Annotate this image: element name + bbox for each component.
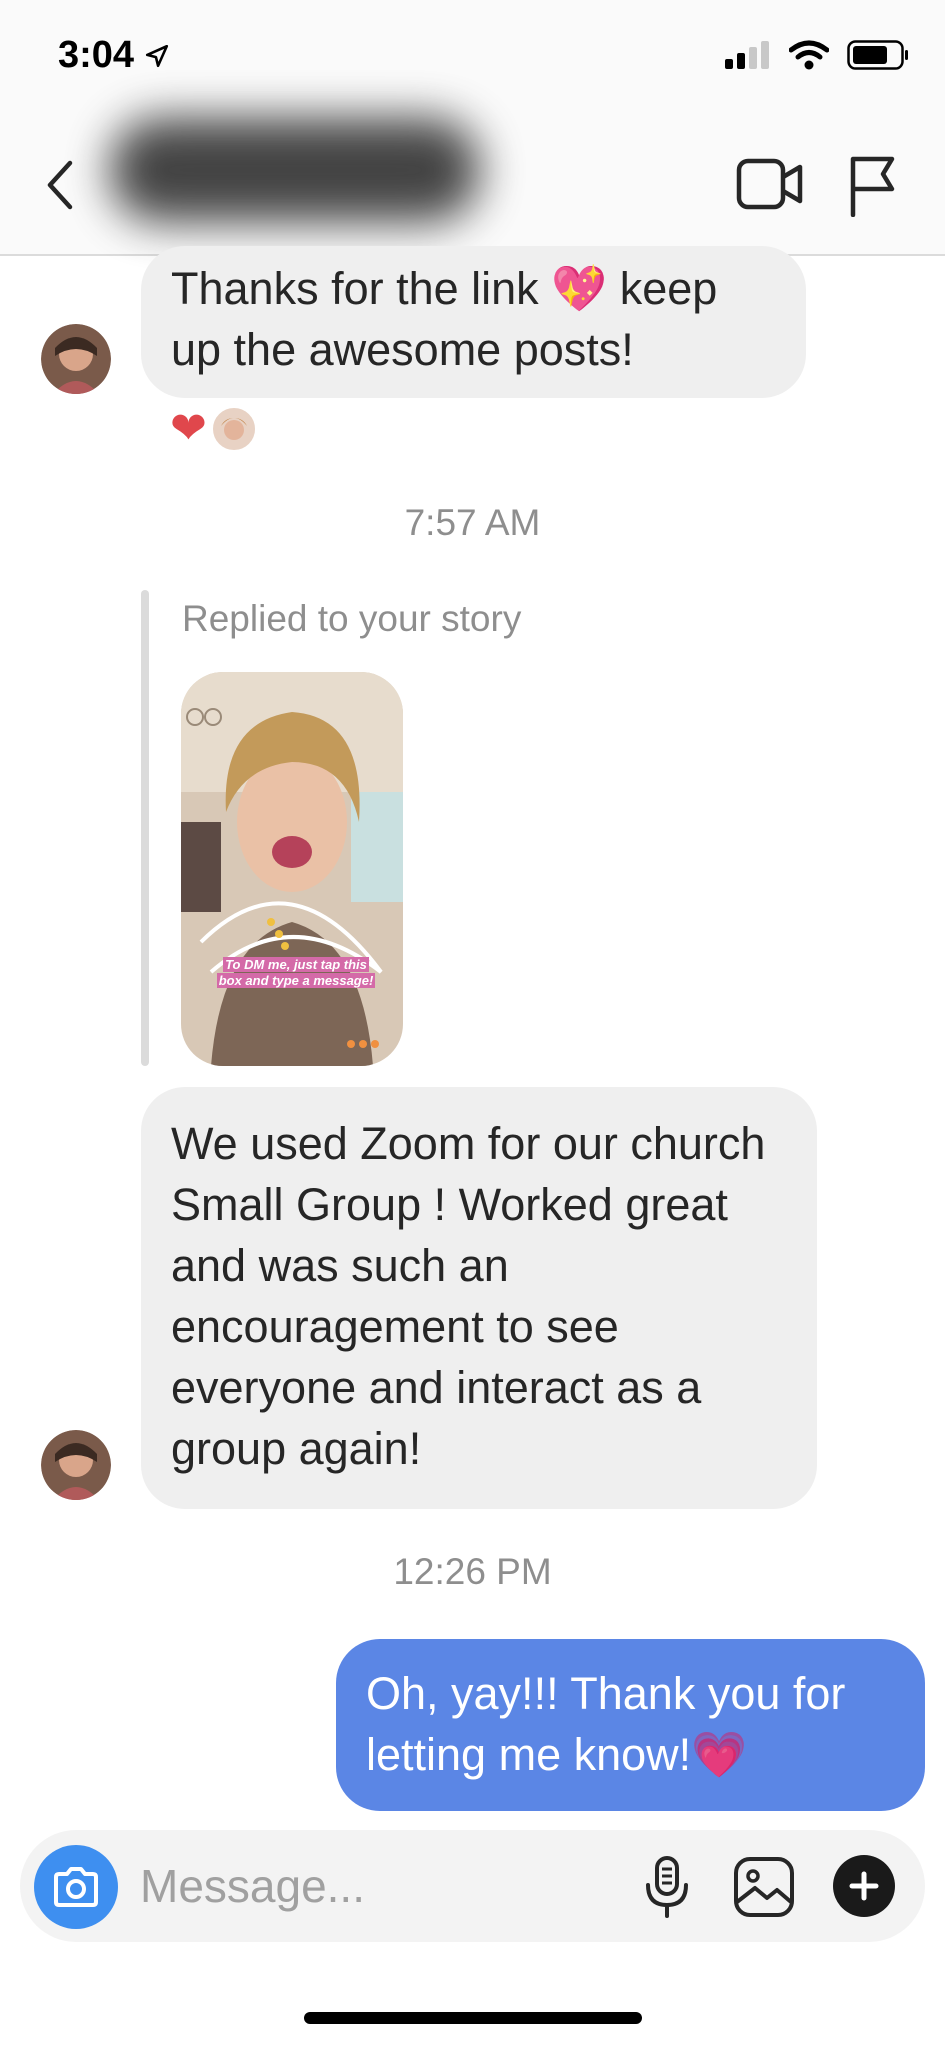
story-caption-line: To DM me, just tap this	[223, 957, 369, 972]
more-options-button[interactable]	[833, 1855, 895, 1917]
message-text: We used Zoom for our church Small Group …	[171, 1118, 766, 1474]
message-input[interactable]	[140, 1856, 620, 1916]
timestamp: 12:26 PM	[393, 1551, 552, 1592]
message-text: Oh, yay!!! Thank you for letting me know…	[366, 1668, 846, 1780]
sender-avatar[interactable]	[41, 324, 111, 394]
message-bubble-incoming[interactable]: We used Zoom for our church Small Group …	[141, 1087, 817, 1509]
chevron-left-icon	[47, 160, 73, 210]
story-caption: To DM me, just tap this box and type a m…	[201, 957, 391, 989]
report-flag-button[interactable]	[848, 155, 896, 218]
reactor-avatar	[210, 406, 257, 452]
message-reactions[interactable]: ❤	[170, 406, 257, 452]
microphone-icon	[646, 1856, 688, 1918]
story-reply-line	[141, 590, 149, 1066]
message-bubble-incoming[interactable]: Thanks for the link 💖 keep up the awesom…	[141, 246, 806, 398]
camera-icon	[54, 1867, 98, 1907]
status-time-text: 3:04	[58, 34, 135, 76]
story-thumbnail[interactable]: To DM me, just tap this box and type a m…	[181, 672, 403, 1066]
back-button[interactable]	[40, 155, 84, 215]
story-reply-label: Replied to your story	[182, 598, 522, 639]
message-text: Thanks for the link 💖 keep up the awesom…	[171, 263, 718, 375]
story-caption-line: box and type a message!	[216, 973, 376, 988]
video-call-button[interactable]	[736, 155, 804, 213]
gallery-button[interactable]	[733, 1856, 795, 1918]
wifi-icon	[789, 40, 829, 70]
voice-message-button[interactable]	[643, 1855, 691, 1919]
plus-icon	[849, 1871, 879, 1901]
video-camera-icon	[736, 158, 803, 210]
sender-avatar[interactable]	[41, 1430, 111, 1500]
message-bubble-outgoing[interactable]: Oh, yay!!! Thank you for letting me know…	[336, 1639, 925, 1811]
story-image	[181, 672, 403, 1066]
camera-button[interactable]	[34, 1845, 118, 1929]
heart-reaction-icon: ❤	[170, 404, 207, 453]
timestamp: 7:57 AM	[404, 502, 541, 543]
image-gallery-icon	[734, 1857, 794, 1917]
contact-name-blurred[interactable]	[110, 118, 480, 222]
battery-icon	[847, 40, 908, 70]
home-indicator[interactable]	[304, 2012, 642, 2024]
location-arrow-icon	[146, 44, 169, 67]
status-indicators	[725, 40, 909, 70]
status-time: 3:04	[58, 34, 170, 77]
flag-icon	[850, 156, 895, 218]
cellular-signal-icon	[725, 41, 769, 69]
